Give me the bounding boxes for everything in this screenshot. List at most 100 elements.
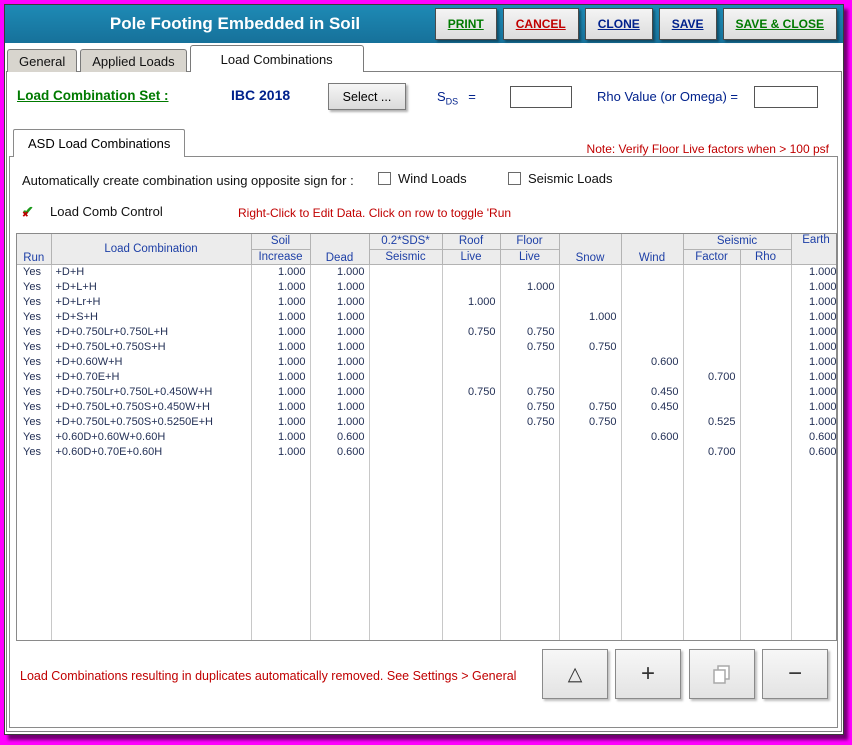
combo-cell: +D+0.60W+H [51, 354, 252, 369]
tab-load-combinations[interactable]: Load Combinations [189, 45, 364, 72]
value-cell [621, 339, 684, 354]
check-x-icon: ✔ ✖ [22, 203, 34, 219]
tab-applied-loads[interactable]: Applied Loads [80, 49, 187, 72]
value-cell: 0.750 [500, 384, 560, 399]
value-cell [500, 429, 560, 444]
sds-input[interactable] [510, 86, 572, 108]
table-row[interactable]: Yes +D+S+H 1.000 1.000 1.000 1.000 [17, 309, 836, 324]
table-row[interactable]: Yes +D+0.750L+0.750S+0.450W+H 1.000 1.000 0.… [17, 399, 836, 414]
value-cell: 0.750 [500, 414, 560, 429]
table-row[interactable]: Yes +D+0.60W+H 1.000 1.000 0.600 1.000 [17, 354, 836, 369]
load-comb-control-label: Load Comb Control [50, 204, 163, 219]
value-cell: 0.750 [559, 339, 622, 354]
combo-cell: +0.60D+0.70E+0.60H [51, 444, 252, 459]
value-cell: 0.525 [683, 414, 741, 429]
run-cell: Yes [17, 264, 52, 279]
table-row[interactable]: Yes +D+L+H 1.000 1.000 1.000 1.000 [17, 279, 836, 294]
table-row[interactable]: Yes +D+0.750L+0.750S+0.5250E+H 1.000 1.000 0… [17, 414, 836, 429]
table-row[interactable]: Yes +D+H 1.000 1.000 1.000 [17, 264, 836, 279]
value-cell: 1.000 [310, 264, 370, 279]
run-cell: Yes [17, 324, 52, 339]
col-soil: Soil [251, 234, 311, 250]
value-cell: 1.000 [310, 294, 370, 309]
run-cell: Yes [17, 384, 52, 399]
table-row[interactable]: Yes +D+0.750L+0.750S+H 1.000 1.000 0.750 0.75… [17, 339, 836, 354]
wind-loads-checkbox[interactable] [378, 172, 391, 185]
floor-live-note: Note: Verify Floor Live factors when > 1… [586, 142, 829, 156]
value-cell [559, 264, 622, 279]
value-cell: 1.000 [251, 444, 311, 459]
expand-button[interactable]: △ [542, 649, 608, 699]
table-row[interactable]: Yes +D+Lr+H 1.000 1.000 1.000 1.000 [17, 294, 836, 309]
value-cell [740, 264, 792, 279]
value-cell: 1.000 [791, 414, 836, 429]
value-cell: 1.000 [251, 324, 311, 339]
combo-cell: +D+0.750L+0.750S+0.5250E+H [51, 414, 252, 429]
value-cell: 1.000 [791, 279, 836, 294]
value-cell: 1.000 [791, 384, 836, 399]
value-cell [621, 414, 684, 429]
value-cell: 1.000 [310, 339, 370, 354]
value-cell [683, 264, 741, 279]
table-row[interactable]: Yes +D+0.70E+H 1.000 1.000 0.700 1.000 [17, 369, 836, 384]
value-cell [740, 294, 792, 309]
run-cell: Yes [17, 429, 52, 444]
add-row-button[interactable]: + [615, 649, 681, 699]
value-cell [740, 309, 792, 324]
value-cell [683, 324, 741, 339]
value-cell: 0.600 [621, 354, 684, 369]
plus-icon: + [640, 660, 655, 687]
clone-button[interactable]: CLONE [584, 8, 653, 40]
table-row[interactable]: Yes +D+0.750Lr+0.750L+0.450W+H 1.000 1.000 0… [17, 384, 836, 399]
save-close-button[interactable]: SAVE & CLOSE [722, 8, 837, 40]
value-cell [559, 369, 622, 384]
run-cell: Yes [17, 279, 52, 294]
value-cell [683, 354, 741, 369]
rho-input[interactable] [754, 86, 818, 108]
value-cell: 1.000 [310, 279, 370, 294]
value-cell [369, 324, 443, 339]
value-cell: 1.000 [791, 294, 836, 309]
save-button[interactable]: SAVE [658, 8, 717, 40]
app-window: Pole Footing Embedded in Soil ? PRINT CA… [4, 4, 844, 735]
table-row[interactable]: Yes +D+0.750Lr+0.750L+H 1.000 1.000 0.750 0.7… [17, 324, 836, 339]
seismic-loads-checkbox-group[interactable]: Seismic Loads [508, 171, 613, 186]
value-cell [369, 264, 443, 279]
seismic-loads-label: Seismic Loads [528, 171, 613, 186]
col-snow: Snow [559, 234, 622, 265]
value-cell [740, 429, 792, 444]
value-cell: 1.000 [442, 294, 501, 309]
combo-cell: +D+0.750L+0.750S+0.450W+H [51, 399, 252, 414]
value-cell [500, 264, 560, 279]
load-comb-control-row: ✔ ✖ Load Comb Control [22, 203, 163, 220]
value-cell [442, 339, 501, 354]
value-cell [442, 369, 501, 384]
value-cell [683, 339, 741, 354]
value-cell: 1.000 [251, 264, 311, 279]
value-cell [683, 384, 741, 399]
value-cell: 1.000 [251, 339, 311, 354]
load-combination-set-label[interactable]: Load Combination Set : [17, 88, 169, 103]
table-row[interactable]: Yes +0.60D+0.60W+0.60H 1.000 0.600 0.600 0.60… [17, 429, 836, 444]
value-cell [500, 309, 560, 324]
tab-asd-load-combinations[interactable]: ASD Load Combinations [13, 129, 186, 157]
select-button[interactable]: Select ... [328, 83, 406, 110]
tab-general[interactable]: General [7, 49, 78, 72]
load-combinations-table: Run Load Combination Soil Dead 0.2*SDS* … [17, 234, 836, 640]
combo-cell: +D+0.750Lr+0.750L+0.450W+H [51, 384, 252, 399]
combo-cell: +D+S+H [51, 309, 252, 324]
table-row[interactable]: Yes +0.60D+0.70E+0.60H 1.000 0.600 0.700 0.60… [17, 444, 836, 459]
print-button[interactable]: PRINT [434, 8, 497, 40]
seismic-loads-checkbox[interactable] [508, 172, 521, 185]
value-cell [369, 309, 443, 324]
value-cell [442, 399, 501, 414]
value-cell: 0.450 [621, 384, 684, 399]
copy-row-button[interactable] [689, 649, 755, 699]
load-combinations-grid[interactable]: Run Load Combination Soil Dead 0.2*SDS* … [16, 233, 837, 641]
combo-cell: +D+0.70E+H [51, 369, 252, 384]
value-cell [369, 429, 443, 444]
wind-loads-checkbox-group[interactable]: Wind Loads [378, 171, 467, 186]
cancel-button[interactable]: CANCEL [502, 8, 579, 40]
delete-row-button[interactable]: − [762, 649, 828, 699]
value-cell: 1.000 [310, 399, 370, 414]
